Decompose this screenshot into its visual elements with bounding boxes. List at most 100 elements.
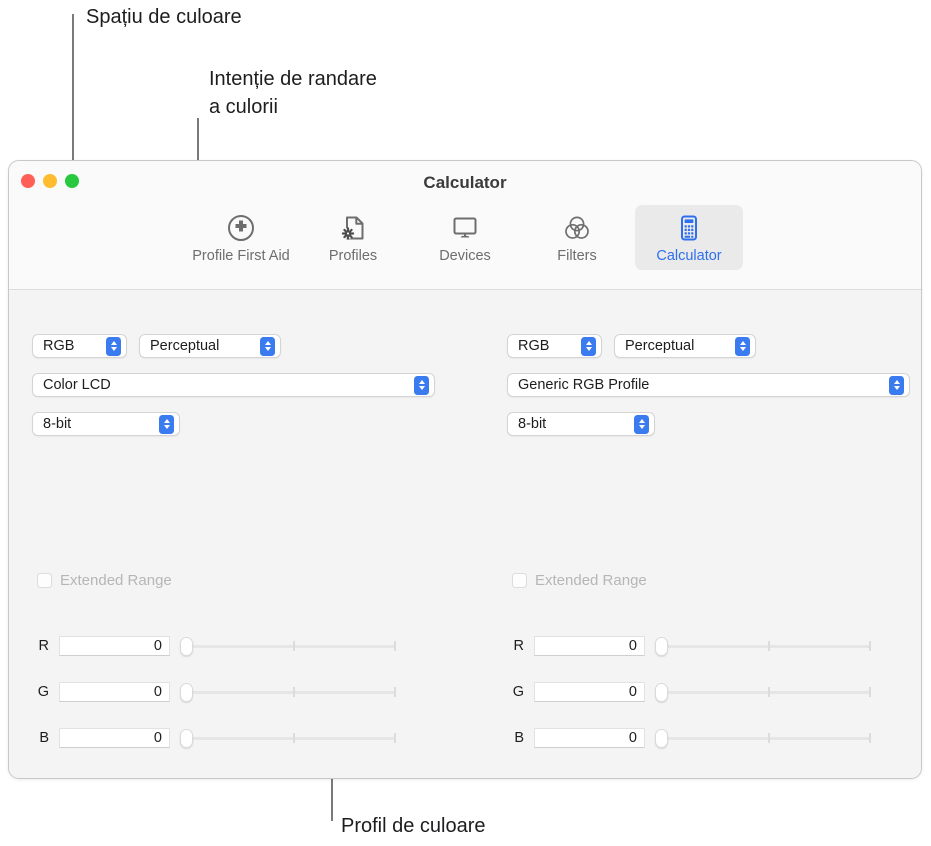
source-channel-row-r: R 0 <box>29 636 396 656</box>
source-extended-range-checkbox-row[interactable]: Extended Range <box>37 572 172 589</box>
annotation-color-profile-label: Profil de culoare <box>341 815 486 837</box>
destination-rendering-intent-value: Perceptual <box>625 338 695 354</box>
source-channel-row-g: G 0 <box>29 682 396 702</box>
calculator-icon <box>674 213 704 243</box>
source-color-space-value: RGB <box>43 338 75 354</box>
destination-bit-depth-value: 8-bit <box>518 416 547 432</box>
toolbar-label: Calculator <box>656 248 722 264</box>
slider-tick-max <box>394 641 396 651</box>
source-color-profile-popup[interactable]: Color LCD <box>32 373 435 397</box>
slider-tick-max <box>869 687 871 697</box>
toolbar-label: Devices <box>439 248 491 264</box>
slider-knob[interactable] <box>655 729 668 748</box>
destination-channel-slider-g[interactable] <box>655 682 871 702</box>
destination-channel-label-r: R <box>513 638 524 654</box>
destination-channel-input-r[interactable]: 0 <box>534 636 645 656</box>
source-channel-slider-g[interactable] <box>180 682 396 702</box>
source-channel-label-g: G <box>37 684 49 700</box>
source-color-space-popup[interactable]: RGB <box>32 334 127 358</box>
source-channel-slider-r[interactable] <box>180 636 396 656</box>
destination-extended-range-checkbox-row[interactable]: Extended Range <box>512 572 647 589</box>
destination-channel-input-g[interactable]: 0 <box>534 682 645 702</box>
slider-track <box>188 691 396 694</box>
slider-track <box>663 737 871 740</box>
slider-tick-mid <box>768 641 770 651</box>
source-channel-input-b[interactable]: 0 <box>59 728 170 748</box>
toolbar-label: Profiles <box>328 248 378 264</box>
destination-color-space-value: RGB <box>518 338 550 354</box>
chevron-updown-icon <box>260 336 275 356</box>
destination-channel-row-g: G 0 <box>504 682 871 702</box>
slider-knob[interactable] <box>655 637 668 656</box>
slider-tick-mid <box>293 733 295 743</box>
destination-color-profile-popup[interactable]: Generic RGB Profile <box>507 373 910 397</box>
slider-knob[interactable] <box>180 729 193 748</box>
destination-bit-depth-popup[interactable]: 8-bit <box>507 412 655 436</box>
slider-tick-mid <box>293 641 295 651</box>
toolbar: Profile First Aid Profiles Devices Filte… <box>9 205 921 270</box>
chevron-updown-icon <box>735 336 750 356</box>
destination-channel-row-b: B 0 <box>504 728 871 748</box>
destination-panel: RGB Perceptual Generic RGB Profile 8-bit… <box>466 290 921 778</box>
destination-channel-slider-b[interactable] <box>655 728 871 748</box>
source-extended-range-checkbox[interactable] <box>37 573 52 588</box>
slider-tick-mid <box>768 687 770 697</box>
source-bit-depth-value: 8-bit <box>43 416 72 432</box>
display-icon <box>450 213 480 243</box>
source-channel-row-b: B 0 <box>29 728 396 748</box>
slider-track <box>663 645 871 648</box>
source-rendering-intent-value: Perceptual <box>150 338 220 354</box>
slider-tick-max <box>394 733 396 743</box>
toolbar-item-devices[interactable]: Devices <box>411 205 519 270</box>
slider-tick-max <box>394 687 396 697</box>
source-rendering-intent-popup[interactable]: Perceptual <box>139 334 281 358</box>
slider-knob[interactable] <box>180 683 193 702</box>
venn-icon <box>562 213 592 243</box>
destination-channel-label-g: G <box>512 684 524 700</box>
source-color-profile-value: Color LCD <box>43 377 111 393</box>
toolbar-label: Filters <box>557 248 597 264</box>
annotation-color-space-label: Spațiu de culoare <box>86 6 242 28</box>
calculator-window: Calculator Profile First Aid Profiles De… <box>8 160 922 779</box>
source-panel: RGB Perceptual Color LCD 8-bit Extended … <box>9 290 466 778</box>
source-channel-label-b: B <box>39 730 49 746</box>
destination-channel-row-r: R 0 <box>504 636 871 656</box>
toolbar-item-profiles[interactable]: Profiles <box>299 205 407 270</box>
toolbar-item-profile-first-aid[interactable]: Profile First Aid <box>187 205 295 270</box>
chevron-updown-icon <box>159 414 174 434</box>
chevron-updown-icon <box>889 375 904 395</box>
slider-knob[interactable] <box>180 637 193 656</box>
source-bit-depth-popup[interactable]: 8-bit <box>32 412 180 436</box>
destination-extended-range-checkbox[interactable] <box>512 573 527 588</box>
chevron-updown-icon <box>634 414 649 434</box>
profiles-icon <box>338 213 368 243</box>
slider-track <box>188 737 396 740</box>
slider-tick-max <box>869 733 871 743</box>
toolbar-label: Profile First Aid <box>192 248 290 264</box>
destination-color-profile-value: Generic RGB Profile <box>518 377 650 393</box>
destination-channel-input-b[interactable]: 0 <box>534 728 645 748</box>
source-channel-input-r[interactable]: 0 <box>59 636 170 656</box>
source-extended-range-label: Extended Range <box>60 572 172 589</box>
destination-rendering-intent-popup[interactable]: Perceptual <box>614 334 756 358</box>
toolbar-item-filters[interactable]: Filters <box>523 205 631 270</box>
window-title: Calculator <box>423 173 507 192</box>
window-titlebar: Calculator Profile First Aid Profiles De… <box>9 161 921 290</box>
slider-knob[interactable] <box>655 683 668 702</box>
slider-tick-max <box>869 641 871 651</box>
destination-color-space-popup[interactable]: RGB <box>507 334 602 358</box>
calculator-content: RGB Perceptual Color LCD 8-bit Extended … <box>9 290 921 778</box>
chevron-updown-icon <box>414 375 429 395</box>
slider-track <box>663 691 871 694</box>
first-aid-icon <box>226 213 256 243</box>
source-channel-slider-b[interactable] <box>180 728 396 748</box>
slider-tick-mid <box>768 733 770 743</box>
toolbar-item-calculator[interactable]: Calculator <box>635 205 743 270</box>
destination-channel-slider-r[interactable] <box>655 636 871 656</box>
slider-track <box>188 645 396 648</box>
destination-extended-range-label: Extended Range <box>535 572 647 589</box>
source-channel-label-r: R <box>38 638 49 654</box>
source-channel-input-g[interactable]: 0 <box>59 682 170 702</box>
destination-channel-label-b: B <box>514 730 524 746</box>
chevron-updown-icon <box>106 336 121 356</box>
